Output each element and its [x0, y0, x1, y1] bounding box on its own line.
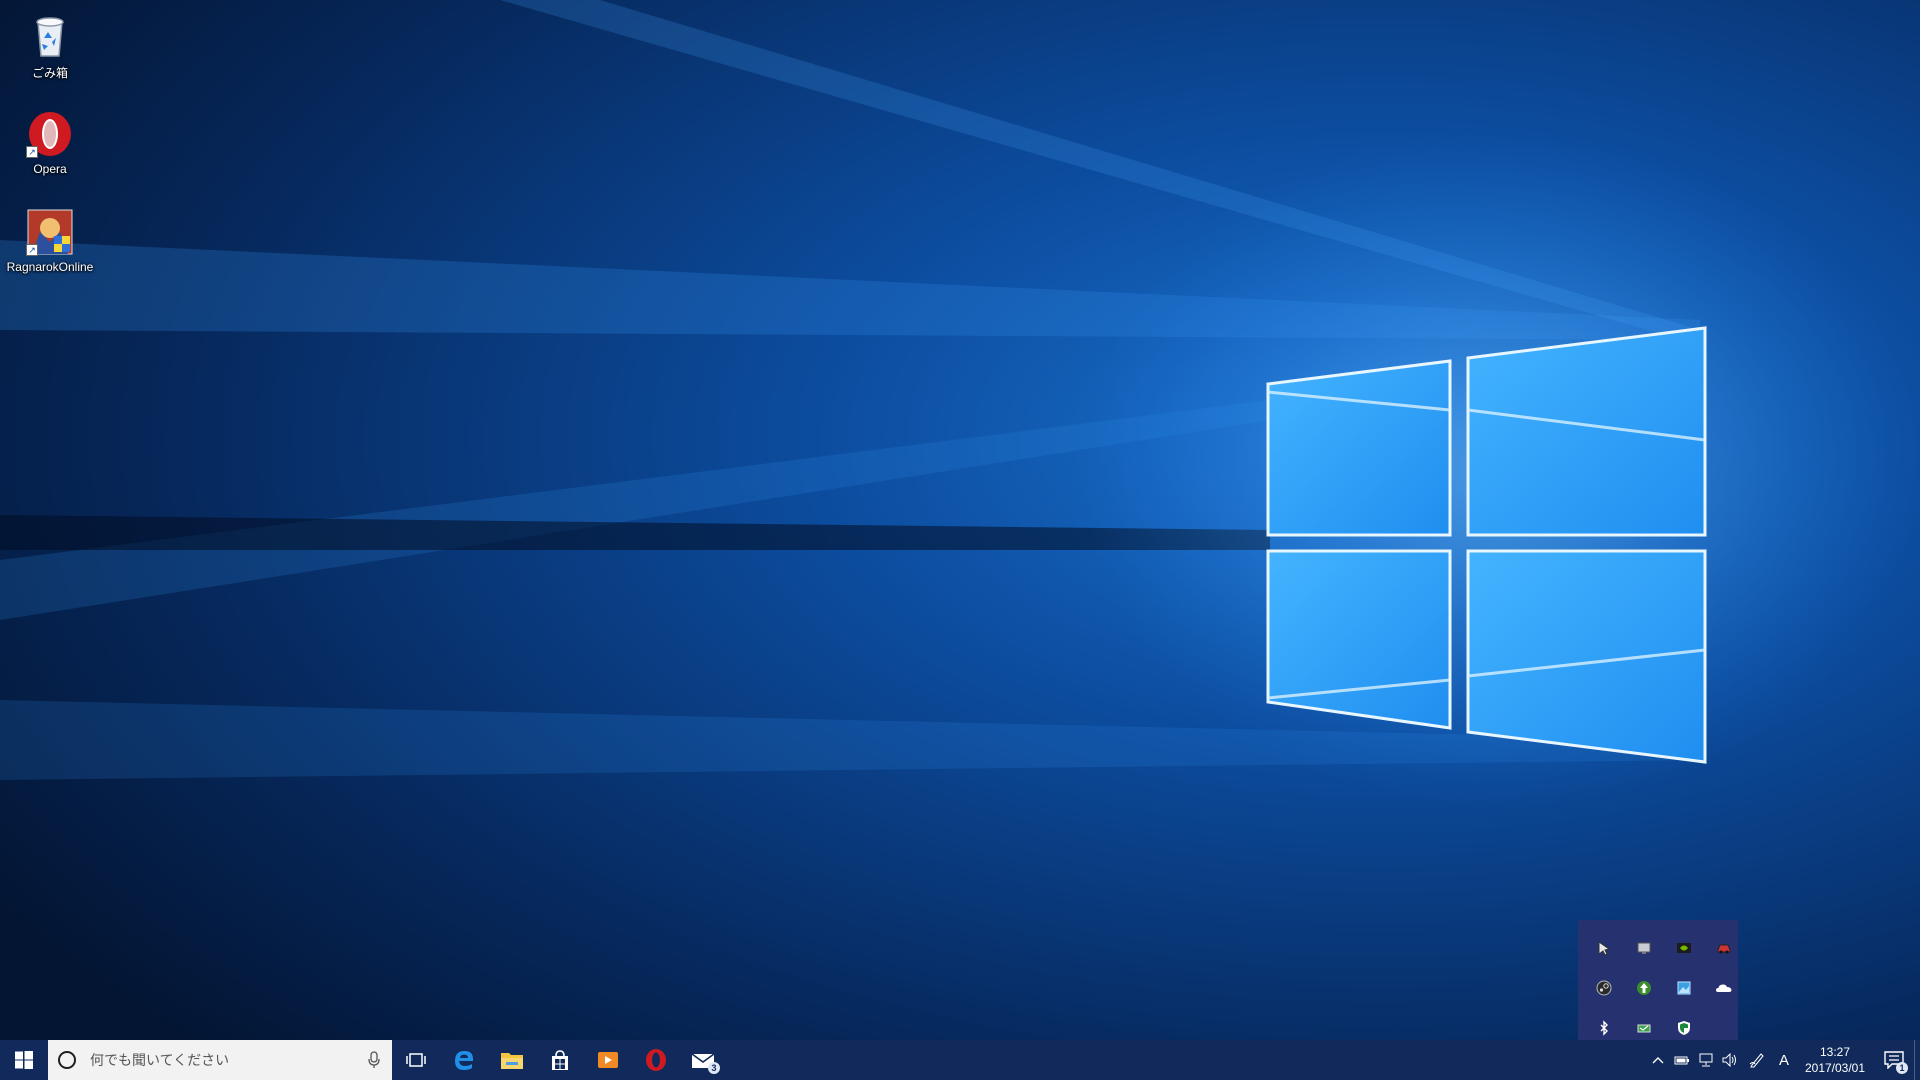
microphone-icon[interactable]	[368, 1051, 380, 1069]
clock[interactable]: 13:27 2017/03/01	[1796, 1044, 1874, 1076]
opera-icon	[646, 1049, 666, 1071]
display-icon[interactable]	[1624, 928, 1664, 968]
desktop-wallpaper	[0, 0, 1920, 1040]
store-icon	[552, 1050, 568, 1070]
edge-icon	[455, 1051, 473, 1070]
car-icon[interactable]	[1704, 928, 1744, 968]
onedrive-icon[interactable]	[1704, 968, 1744, 1008]
arrow-up-icon[interactable]	[1624, 968, 1664, 1008]
action-center-button[interactable]: 1	[1874, 1040, 1914, 1080]
cortana-circle-icon	[58, 1051, 76, 1069]
pen-workspace-icon[interactable]	[1742, 1040, 1772, 1080]
show-hidden-icons-button[interactable]	[1646, 1040, 1670, 1080]
shortcut-arrow-icon: ↗	[26, 146, 38, 158]
notification-count-badge: 1	[1896, 1062, 1908, 1074]
search-placeholder: 何でも聞いてください	[90, 1052, 230, 1068]
taskbar-opera-button[interactable]	[632, 1040, 680, 1080]
shortcut-arrow-icon: ↗	[26, 244, 38, 256]
ragnarok-online-icon: ↗	[26, 208, 74, 256]
search-box[interactable]: 何でも聞いてください	[48, 1040, 392, 1080]
chevron-up-icon	[1652, 1057, 1664, 1064]
steam-icon[interactable]	[1584, 968, 1624, 1008]
taskbar-store-button[interactable]	[536, 1040, 584, 1080]
picture-icon[interactable]	[1664, 968, 1704, 1008]
show-desktop-button[interactable]	[1914, 1040, 1920, 1080]
taskbar-media-player-button[interactable]	[584, 1040, 632, 1080]
volume-icon[interactable]	[1718, 1040, 1742, 1080]
task-view-button[interactable]	[392, 1040, 440, 1080]
start-button[interactable]	[0, 1040, 48, 1080]
power-icon[interactable]	[1670, 1040, 1694, 1080]
opera-icon: ↗	[26, 110, 74, 158]
folder-icon	[501, 1053, 523, 1069]
desktop-icon-label: Opera	[33, 162, 67, 176]
task-view-icon	[406, 1053, 426, 1067]
recycle-bin-icon	[26, 12, 74, 60]
taskbar-file-explorer-button[interactable]	[488, 1040, 536, 1080]
desktop-icon-ragnarok-online[interactable]: ↗ RagnarokOnline	[4, 202, 96, 290]
mouse-icon[interactable]	[1584, 928, 1624, 968]
notification-area-overflow-popup	[1578, 920, 1738, 1040]
taskbar: 何でも聞いてください 3 A 13:27 2017/03/01 1	[0, 1040, 1920, 1080]
clock-date: 2017/03/01	[1804, 1061, 1866, 1075]
media-player-icon	[598, 1052, 618, 1068]
windows-logo-icon	[15, 1051, 33, 1069]
notification-area: A 13:27 2017/03/01 1	[1646, 1040, 1920, 1080]
desktop-icon-recycle-bin[interactable]: ごみ箱	[4, 6, 96, 94]
desktop-icon-label: RagnarokOnline	[6, 260, 94, 274]
desktop-icon-opera[interactable]: ↗ Opera	[4, 104, 96, 192]
taskbar-edge-button[interactable]	[440, 1040, 488, 1080]
mail-unread-badge: 3	[708, 1062, 720, 1074]
desktop-icon-label: ごみ箱	[31, 66, 68, 80]
taskbar-mail-button[interactable]: 3	[680, 1040, 728, 1080]
nvidia-icon[interactable]	[1664, 928, 1704, 968]
input-indicator[interactable]: A	[1772, 1040, 1796, 1080]
network-status-icon[interactable]	[1694, 1040, 1718, 1080]
clock-time: 13:27	[1819, 1045, 1851, 1059]
